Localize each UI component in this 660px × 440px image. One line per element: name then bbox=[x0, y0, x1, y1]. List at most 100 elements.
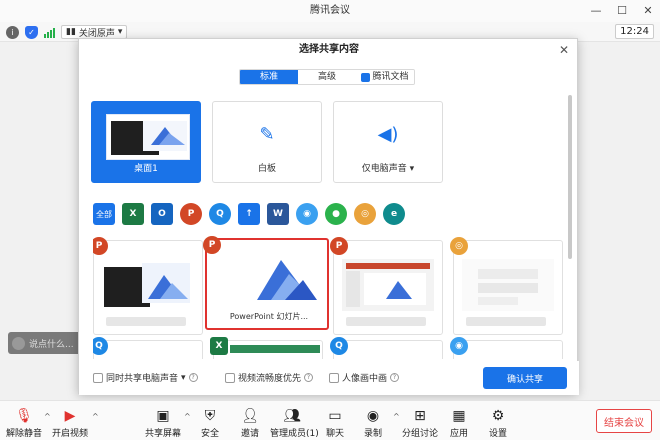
share-options-footer: 同时共享电脑声音 ▾ ? 视频流畅度优先 ? 人像画中画 ? 确认共享 bbox=[79, 361, 579, 395]
word-icon[interactable]: W bbox=[267, 203, 289, 225]
breakout-rooms-button[interactable]: ⊞ 分组讨论 bbox=[400, 407, 440, 439]
settings-button[interactable]: ⚙ 设置 bbox=[478, 407, 518, 439]
window-thumbnail bbox=[342, 259, 434, 311]
mute-button[interactable]: 🎙︎ 解除静音 bbox=[4, 407, 44, 439]
audio-only-share-card[interactable]: ◀) 仅电脑声音 ▾ bbox=[333, 101, 443, 183]
edge-icon[interactable]: e bbox=[383, 203, 405, 225]
share-screen-icon: ▣ bbox=[156, 408, 170, 424]
browser-q-icon[interactable]: Q bbox=[209, 203, 231, 225]
members-icon: 👥︎ bbox=[283, 408, 301, 424]
whiteboard-label: 白板 bbox=[257, 164, 276, 174]
chevron-down-icon[interactable]: ▾ bbox=[410, 164, 415, 174]
meeting-clock: 12:24 bbox=[615, 24, 654, 39]
desktop-label: 桌面1 bbox=[134, 164, 158, 174]
share-screen-button[interactable]: ▣ 共享屏幕 bbox=[143, 407, 183, 439]
share-audio-checkbox[interactable] bbox=[93, 372, 103, 383]
gear-icon: ⚙ bbox=[491, 408, 505, 424]
confirm-share-button[interactable]: 确认共享 bbox=[483, 367, 567, 389]
window-card[interactable]: Q bbox=[330, 337, 443, 359]
meeting-toolbar: 🎙︎ 解除静音 ^ ▶︎ 开启视频 ^ ▣ 共享屏幕 ^ ⛨ 安全 👤︎ 邀请 … bbox=[0, 400, 660, 440]
arrow-app-icon[interactable]: ↑ bbox=[238, 203, 260, 225]
chrome-icon: ◎ bbox=[450, 237, 468, 255]
end-meeting-button[interactable]: 结束会议 bbox=[596, 409, 652, 433]
window-thumbnail bbox=[219, 250, 317, 304]
browser-q-icon: Q bbox=[93, 337, 108, 355]
add-user-icon: 👤︎ bbox=[241, 408, 259, 424]
portrait-option[interactable]: 人像画中画 ? bbox=[329, 371, 400, 384]
chat-quick-input[interactable]: 说点什么... bbox=[8, 332, 86, 354]
breakout-icon: ⊞ bbox=[414, 408, 426, 424]
window-card[interactable]: ◉ bbox=[450, 337, 563, 359]
avatar bbox=[12, 336, 25, 350]
wechat-icon[interactable]: ● bbox=[325, 203, 347, 225]
chevron-down-icon[interactable]: ▾ bbox=[181, 373, 186, 383]
window-thumbnail bbox=[462, 259, 554, 311]
original-sound-toggle[interactable]: ▮▮ 关闭原声 ▾ bbox=[61, 25, 128, 39]
window-card[interactable]: Q bbox=[93, 337, 203, 359]
window-title: 腾讯会议 bbox=[310, 5, 350, 16]
record-button[interactable]: ◉ 录制 bbox=[353, 407, 393, 439]
tab-standard[interactable]: 标准 bbox=[240, 70, 298, 84]
share-audio-option[interactable]: 同时共享电脑声音 ▾ ? bbox=[93, 371, 198, 384]
mic-muted-icon: 🎙︎ bbox=[15, 408, 33, 424]
smooth-video-checkbox[interactable] bbox=[225, 372, 235, 383]
chevron-up-icon[interactable]: ^ bbox=[393, 412, 400, 421]
tab-advanced[interactable]: 高级 bbox=[298, 70, 356, 84]
chevron-down-icon: ▾ bbox=[117, 27, 123, 37]
dialog-title: 选择共享内容 bbox=[299, 44, 359, 55]
security-button[interactable]: ⛨ 安全 bbox=[190, 407, 230, 439]
whiteboard-share-card[interactable]: ✎ 白板 bbox=[212, 101, 322, 183]
manage-members-button[interactable]: 👥︎ 管理成员(1) bbox=[270, 407, 319, 439]
shield-icon[interactable]: ✓ bbox=[25, 25, 38, 39]
chevron-up-icon[interactable]: ^ bbox=[92, 412, 99, 421]
scrollbar[interactable] bbox=[568, 95, 572, 259]
apps-button[interactable]: ▦ 应用 bbox=[439, 407, 479, 439]
portrait-checkbox[interactable] bbox=[329, 372, 339, 383]
waveform-icon: ▮▮ bbox=[66, 27, 76, 37]
pen-icon: ✎ bbox=[259, 124, 275, 145]
chat-button[interactable]: ▭ 聊天 bbox=[315, 407, 355, 439]
speaker-icon: ◀) bbox=[377, 124, 399, 145]
desktop-share-card[interactable]: 桌面1 bbox=[91, 101, 201, 183]
excel-icon: X bbox=[210, 337, 228, 355]
window-card[interactable]: P bbox=[330, 237, 443, 335]
close-icon[interactable]: ✕ bbox=[642, 4, 654, 17]
window-title-blurred bbox=[466, 317, 546, 326]
maximize-icon[interactable]: ☐ bbox=[616, 4, 628, 17]
excel-icon[interactable]: X bbox=[122, 203, 144, 225]
tab-tencent-docs[interactable]: 腾讯文档 bbox=[356, 70, 414, 84]
minimize-icon[interactable]: — bbox=[590, 4, 602, 17]
powerpoint-icon: P bbox=[93, 237, 108, 255]
powerpoint-icon: P bbox=[330, 237, 348, 255]
chrome-icon[interactable]: ◎ bbox=[354, 203, 376, 225]
help-icon[interactable]: ? bbox=[188, 373, 198, 382]
outlook-icon[interactable]: O bbox=[151, 203, 173, 225]
window-thumbnail bbox=[102, 259, 194, 311]
window-label: PowerPoint 幻灯片... bbox=[229, 312, 309, 321]
window-card[interactable]: P bbox=[93, 237, 203, 335]
share-mode-tabs: 标准 高级 腾讯文档 bbox=[239, 69, 415, 85]
app-filter-row: 全部 X O P Q ↑ W ◉ ● ◎ e bbox=[93, 202, 563, 226]
powerpoint-icon[interactable]: P bbox=[180, 203, 202, 225]
desktop-thumbnail bbox=[106, 114, 190, 160]
info-icon[interactable]: i bbox=[6, 25, 19, 39]
chat-bubble-icon: ◉ bbox=[450, 337, 468, 355]
filter-all-button[interactable]: 全部 bbox=[93, 203, 115, 225]
window-card[interactable]: ◎ bbox=[450, 237, 563, 335]
chat-quick-placeholder: 说点什么... bbox=[29, 339, 74, 350]
close-icon[interactable]: ✕ bbox=[559, 43, 569, 57]
help-icon[interactable]: ? bbox=[304, 373, 314, 382]
window-controls: — ☐ ✕ bbox=[590, 0, 654, 22]
video-button[interactable]: ▶︎ 开启视频 bbox=[50, 407, 90, 439]
browser-q-icon: Q bbox=[330, 337, 348, 355]
window-card[interactable]: X bbox=[210, 337, 323, 359]
window-card-selected[interactable]: P PowerPoint 幻灯片... bbox=[203, 236, 329, 330]
window-list: P P PowerPoint 幻灯片... P ◎ Q X Q ◉ bbox=[93, 234, 563, 359]
title-bar: 腾讯会议 — ☐ ✕ bbox=[0, 0, 660, 22]
share-dialog: 选择共享内容 ✕ 标准 高级 腾讯文档 桌面1 ✎ 白板 ◀) 仅电脑声音 ▾ … bbox=[78, 38, 579, 395]
invite-button[interactable]: 👤︎ 邀请 bbox=[230, 407, 270, 439]
help-icon[interactable]: ? bbox=[390, 373, 400, 382]
smooth-video-option[interactable]: 视频流畅度优先 ? bbox=[225, 371, 314, 384]
signal-icon[interactable] bbox=[44, 27, 55, 38]
chat-bubble-icon[interactable]: ◉ bbox=[296, 203, 318, 225]
